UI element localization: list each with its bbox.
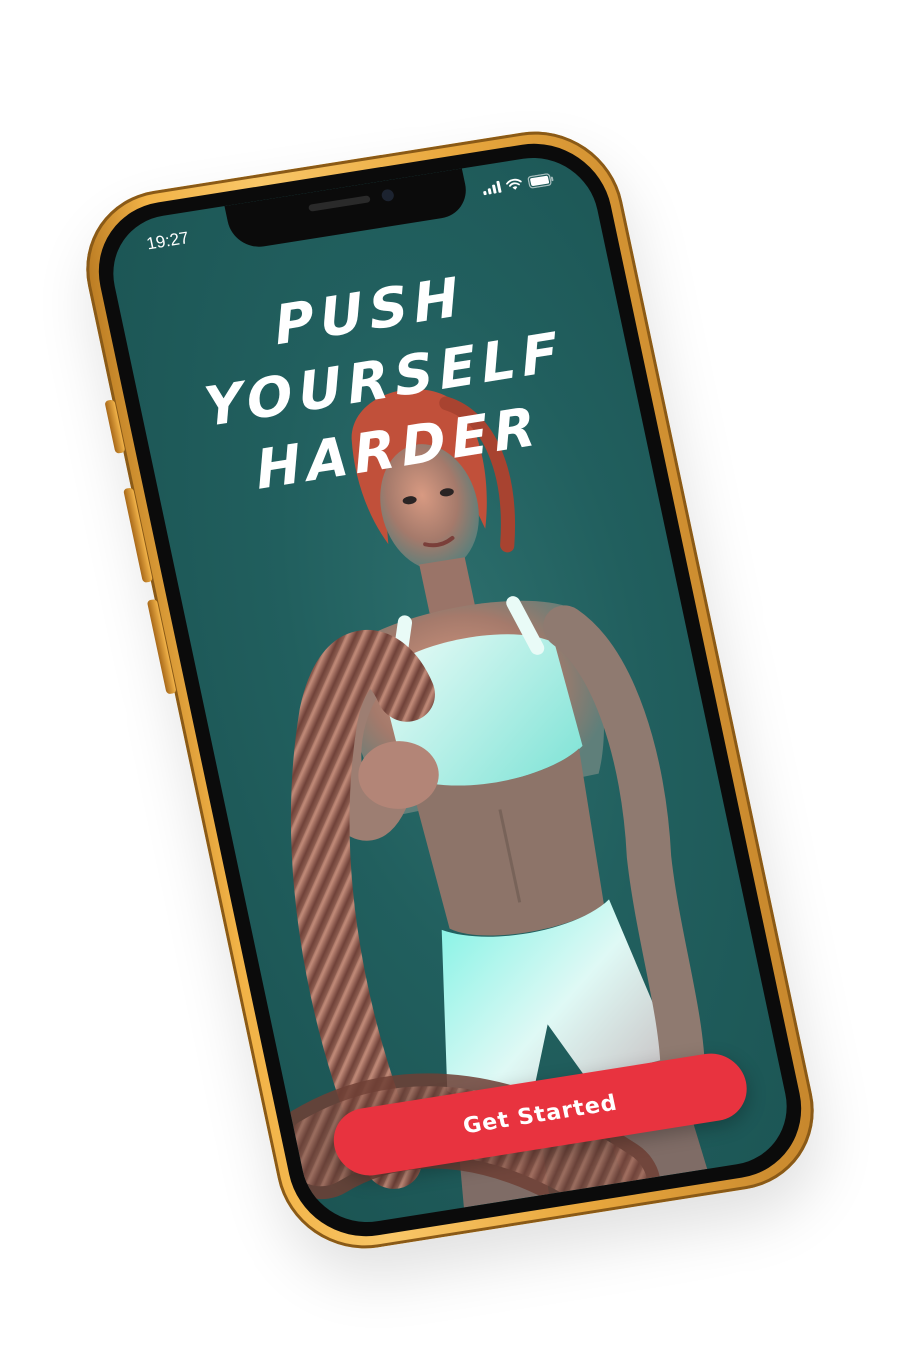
app-screen: 19:27 PUSH YOURSELF HARDER Get Started bbox=[101, 149, 799, 1231]
mockup-stage: 19:27 PUSH YOURSELF HARDER Get Started bbox=[0, 0, 912, 1372]
battery-icon bbox=[527, 172, 555, 189]
wifi-icon bbox=[505, 177, 523, 191]
cellular-signal-icon bbox=[481, 180, 502, 196]
status-icons bbox=[481, 170, 556, 197]
phone-mockup: 19:27 PUSH YOURSELF HARDER Get Started bbox=[70, 119, 830, 1261]
status-time: 19:27 bbox=[144, 228, 191, 254]
mute-switch bbox=[104, 399, 126, 454]
